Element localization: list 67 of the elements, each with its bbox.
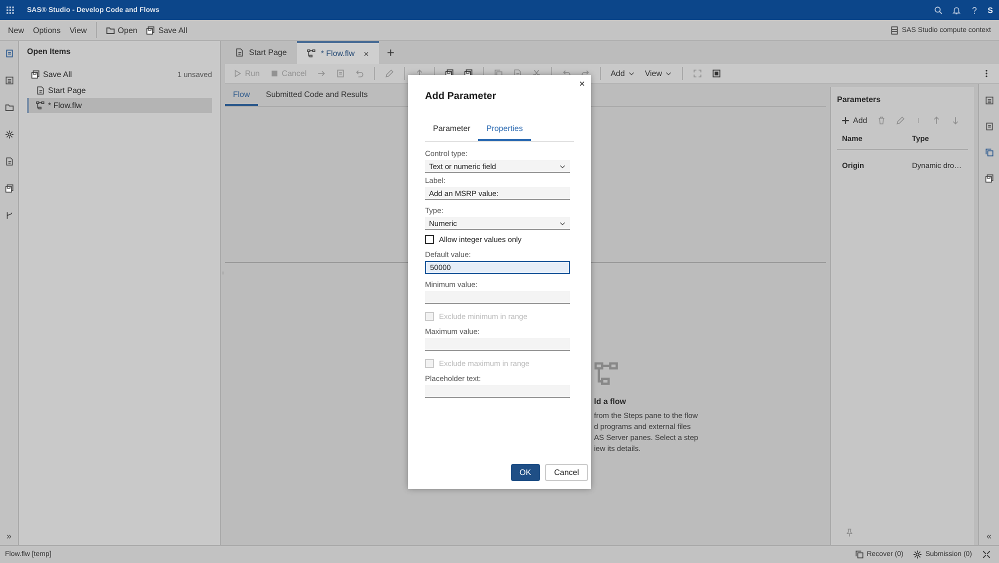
close-button[interactable]: ×: [579, 79, 585, 90]
file-list-item[interactable]: Start Page: [27, 83, 212, 98]
input-field[interactable]: [425, 338, 570, 351]
copy-icon: [854, 550, 864, 559]
panel-icon[interactable]: [712, 69, 722, 78]
ok-button[interactable]: OK: [510, 464, 540, 481]
view-tab[interactable]: Flow: [225, 84, 258, 106]
search-icon[interactable]: [934, 6, 943, 14]
caret-icon: [559, 162, 566, 170]
menu-item[interactable]: View: [66, 24, 90, 36]
server-icon: [890, 26, 899, 34]
file-icon[interactable]: [4, 49, 14, 58]
upload-icon[interactable]: [414, 69, 424, 78]
dialog-tab[interactable]: Parameter: [425, 124, 478, 141]
list-icon[interactable]: [4, 76, 14, 85]
empty-state-title: ld a flow: [594, 397, 627, 406]
bell-icon[interactable]: [952, 6, 961, 14]
branch-icon[interactable]: [4, 211, 14, 220]
menu-item[interactable]: Save All: [143, 24, 190, 36]
user-button[interactable]: S: [988, 6, 993, 14]
app-grid-icon[interactable]: [6, 6, 15, 14]
input-field[interactable]: [425, 291, 570, 304]
fullscreen-icon[interactable]: [982, 550, 991, 559]
add-tab-button[interactable]: +: [378, 41, 402, 64]
menu-item[interactable]: Open: [102, 24, 140, 36]
flow-icon: [306, 49, 316, 58]
stop-icon: [270, 69, 279, 78]
panel-title: Parameters: [837, 95, 882, 104]
save-icon: [31, 70, 40, 79]
cancel-button[interactable]: Cancel: [545, 464, 588, 481]
page-icon: [36, 86, 45, 95]
collapse-button[interactable]: «: [986, 531, 992, 541]
play-icon: [233, 69, 242, 78]
file-list-item[interactable]: * Flow.flw: [27, 98, 212, 113]
list-icon[interactable]: [984, 96, 994, 105]
flow-icon: [36, 101, 45, 110]
menu-item[interactable]: New: [5, 24, 28, 36]
expand-button[interactable]: »: [6, 531, 12, 541]
menu-item[interactable]: Options: [30, 24, 64, 36]
dialog-title: Add Parameter: [425, 91, 496, 102]
editor-tab[interactable]: Start Page: [225, 41, 297, 64]
add-menu-button[interactable]: Add: [610, 69, 635, 78]
plus-icon: [841, 116, 850, 125]
save-icon[interactable]: [4, 184, 14, 193]
help-icon[interactable]: [970, 6, 979, 14]
gear-icon[interactable]: [4, 130, 14, 139]
caret-icon: [665, 70, 672, 77]
checkbox[interactable]: [425, 235, 434, 244]
view-tab[interactable]: Submitted Code and Results: [258, 84, 376, 106]
close-tab-button[interactable]: ×: [364, 48, 369, 58]
add-parameter-button[interactable]: Add: [841, 116, 868, 125]
copy-icon[interactable]: [984, 148, 994, 157]
panel-title: Open Items: [27, 47, 72, 56]
page-icon[interactable]: [4, 157, 14, 166]
save-icon: [146, 26, 156, 34]
folder-icon: [106, 26, 115, 34]
dialog-tab[interactable]: Properties: [478, 124, 531, 141]
folder-icon[interactable]: [4, 103, 14, 112]
input-field[interactable]: [425, 385, 570, 398]
caret-icon: [628, 70, 635, 77]
view-menu-button[interactable]: View: [644, 69, 672, 78]
save-all-button[interactable]: Save All: [31, 70, 72, 79]
flow-diagram-icon: [594, 361, 620, 387]
page-icon: [235, 48, 244, 57]
caret-icon: [559, 220, 566, 226]
gear-icon: [913, 550, 922, 559]
editor-tab[interactable]: * Flow.flw ×: [296, 41, 379, 64]
